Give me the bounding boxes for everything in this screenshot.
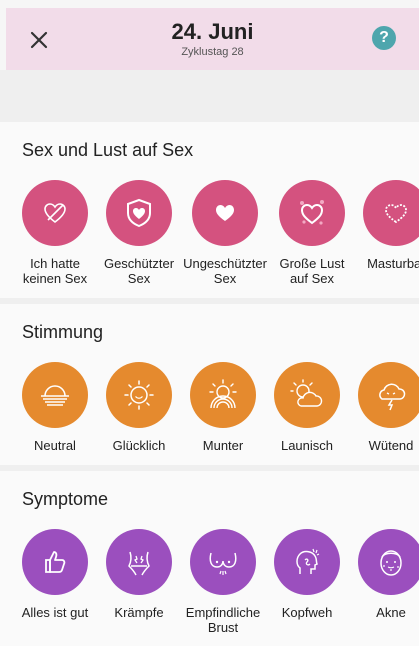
section-title: Stimmung: [22, 322, 104, 342]
acne-icon: [380, 550, 402, 576]
option-unprotected-sex[interactable]: Ungeschützter Sex: [177, 180, 273, 286]
section-symptoms: Symptome Alles ist gut Krämpfe Empfindli…: [0, 471, 419, 646]
spacer: [0, 70, 419, 122]
option-label: Große Lust auf Sex: [279, 256, 345, 286]
option-label: Masturbat: [367, 256, 419, 271]
option-acne[interactable]: Akne: [343, 529, 419, 620]
heart-outline-icon: [385, 204, 407, 224]
option-label: Ungeschützter Sex: [183, 256, 267, 286]
thumbs-up-icon: [45, 551, 66, 573]
breast-icon: [209, 552, 237, 575]
option-label: Geschützter Sex: [103, 256, 175, 286]
option-happy[interactable]: Glücklich: [91, 362, 187, 453]
option-angry[interactable]: Wütend: [343, 362, 419, 453]
section-sex: Sex und Lust auf Sex Ich hatte keinen Se…: [0, 122, 419, 298]
shield-heart-icon: [127, 198, 151, 228]
sun-icon: [124, 380, 154, 410]
option-cramps[interactable]: Krämpfe: [91, 529, 187, 620]
section-title: Symptome: [22, 489, 109, 509]
option-label: Ich hatte keinen Sex: [22, 256, 88, 286]
option-masturbation[interactable]: Masturbat: [348, 180, 419, 271]
option-label: Krämpfe: [114, 605, 164, 620]
section-title: Sex und Lust auf Sex: [22, 140, 194, 160]
option-protected-sex[interactable]: Geschützter Sex: [91, 180, 187, 286]
option-label: Launisch: [280, 438, 334, 453]
horizon-sun-icon: [41, 385, 69, 406]
option-label: Glücklich: [112, 438, 166, 453]
cycle-day-label: Zyklustag 28: [181, 46, 244, 58]
sun-cloud-icon: [290, 379, 323, 407]
option-label: Kopfweh: [281, 605, 333, 620]
option-label: Akne: [376, 605, 406, 620]
page-title: 24. Juni: [171, 19, 254, 44]
option-label: Neutral: [34, 438, 76, 453]
option-all-good[interactable]: Alles ist gut: [7, 529, 103, 620]
option-tender-breasts[interactable]: Empfindliche Brust: [175, 529, 271, 635]
option-neutral[interactable]: Neutral: [7, 362, 103, 453]
storm-cloud-icon: [379, 383, 406, 411]
cramps-icon: [128, 551, 150, 576]
option-label: Empfindliche Brust: [185, 605, 261, 635]
option-label: Wütend: [368, 438, 414, 453]
section-mood: Stimmung Neutral Glücklich Munter Launis…: [0, 304, 419, 465]
crossed-heart-icon: [44, 203, 66, 224]
rainbow-sun-icon: [209, 379, 237, 409]
option-cheerful[interactable]: Munter: [175, 362, 271, 453]
option-headache[interactable]: Kopfweh: [259, 529, 355, 620]
option-no-sex[interactable]: Ich hatte keinen Sex: [7, 180, 103, 286]
heart-icon: [216, 205, 234, 221]
headache-icon: [296, 548, 320, 574]
hearts-icon: [300, 200, 324, 225]
option-moody[interactable]: Launisch: [259, 362, 355, 453]
help-button[interactable]: ?: [372, 26, 396, 50]
option-label: Alles ist gut: [21, 605, 89, 620]
header-bar: 24. Juni Zyklustag 28 ?: [6, 8, 419, 70]
option-label: Munter: [202, 438, 244, 453]
option-desire[interactable]: Große Lust auf Sex: [264, 180, 360, 286]
